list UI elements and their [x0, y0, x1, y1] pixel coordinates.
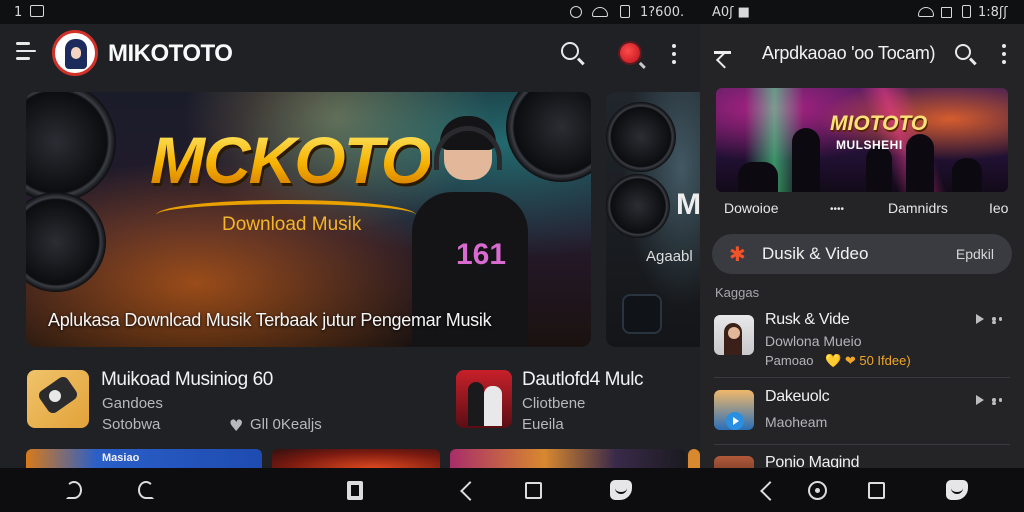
hero-banner[interactable]: MCKOTO Download Musik 161 Aplukasa Downl…: [26, 92, 591, 347]
content-tile[interactable]: [450, 449, 686, 468]
list-item[interactable]: Dakeuolc Maoheam: [714, 384, 1010, 444]
next-hero-text: Agaabl: [646, 248, 693, 265]
top-app-bar: MIKOTOTO: [0, 24, 700, 84]
assistant-icon[interactable]: [66, 481, 82, 499]
hero-title: MCKOTO: [150, 123, 432, 197]
navigation-bar: [0, 468, 1024, 512]
overview-icon[interactable]: [347, 481, 363, 500]
category-chip[interactable]: ✱ Dusik & Video Epdkil: [712, 234, 1012, 274]
list-item[interactable]: Rusk & Vide Dowlona Mueio Pamoao 💛 ❤ 50 …: [714, 309, 1010, 369]
status-time-right: 1:8ʃʃ: [978, 5, 1008, 20]
content-tile[interactable]: Masiao: [26, 449, 262, 468]
next-hero-banner[interactable]: M Agaabl: [606, 92, 700, 347]
home-icon[interactable]: [808, 481, 827, 500]
item-title: Dakeuolc: [765, 388, 830, 405]
item-thumbnail: [714, 315, 754, 355]
app-rating: Gll 0Kealjs: [250, 416, 322, 433]
shirt-text: 161: [456, 238, 507, 271]
tab-extra[interactable]: Ieo: [989, 200, 1008, 216]
next-hero-title: M: [676, 188, 700, 221]
app-developer: Cliotbene: [522, 395, 586, 412]
chip-action[interactable]: Epdkil: [956, 246, 994, 262]
item-subtitle: Dowlona Mueio: [765, 333, 862, 349]
search-icon[interactable]: [561, 42, 579, 60]
tab-downloads[interactable]: Damnidrs: [888, 200, 948, 216]
hero-caption: Aplukasa Downlcad Musik Terbaak jutur Pe…: [48, 310, 492, 330]
speaker-graphic: [606, 102, 676, 172]
page-title: Arpdkaoao 'oo Tocam): [762, 43, 936, 63]
list-item[interactable]: Ponio Magind: [714, 450, 1010, 468]
image-icon: [30, 5, 44, 17]
device-graphic: [622, 294, 662, 334]
content-tile[interactable]: [688, 449, 700, 468]
right-app-panel: Arpdkaoao 'oo Tocam) MIOTOTO MULSHEHI Do…: [700, 24, 1024, 468]
battery-icon: [620, 5, 630, 18]
app-category: Sotobwa: [102, 416, 161, 433]
play-icon[interactable]: [976, 395, 984, 405]
item-meta-accent: 💛 ❤ 50 Ifdee): [825, 353, 911, 368]
app-card[interactable]: Dautlofd4 Mulc Cliotbene Eueila: [440, 364, 700, 444]
app-logo: [52, 30, 98, 76]
wifi-icon-right: [918, 7, 934, 17]
play-icon[interactable]: [976, 314, 984, 324]
item-title: Rusk & Vide: [765, 311, 850, 328]
left-app-panel: MIKOTOTO MCKOTO Download Musik 161 Apluk…: [0, 24, 700, 468]
status-left-text: 1: [14, 5, 23, 20]
tab-more[interactable]: ••••: [830, 204, 844, 215]
wifi-icon: [592, 7, 608, 17]
alarm-icon: [570, 6, 582, 18]
back-arrow-icon[interactable]: [712, 42, 732, 62]
tile-label: Masiao: [102, 452, 140, 464]
status-right-left-text: A0ʃ ■: [712, 5, 750, 20]
app-thumbnail: [456, 370, 512, 428]
app-card[interactable]: Muikoad Musiniog 60 Gandoes Sotobwa Gll …: [0, 364, 440, 444]
status-time: 1?600.: [640, 5, 685, 20]
app-developer: Gandoes: [102, 395, 163, 412]
featured-banner[interactable]: MIOTOTO MULSHEHI: [716, 88, 1008, 192]
speaker-graphic: [26, 92, 116, 202]
heart-icon: [229, 416, 243, 435]
status-bar: 1 1?600. A0ʃ ■ 1:8ʃʃ: [0, 0, 1024, 24]
item-more-icon[interactable]: [992, 398, 1010, 405]
chat-icon[interactable]: [610, 480, 632, 500]
refresh-icon[interactable]: [138, 481, 154, 499]
menu-icon[interactable]: [16, 42, 38, 62]
more-options-icon[interactable]: [672, 44, 676, 64]
more-options-icon[interactable]: [1002, 44, 1006, 64]
speaker-graphic: [606, 174, 670, 238]
back-nav-icon-right[interactable]: [760, 481, 776, 499]
back-nav-icon[interactable]: [460, 481, 476, 499]
item-title: Ponio Magind: [765, 454, 860, 468]
item-thumbnail: [714, 456, 754, 468]
content-tile[interactable]: [272, 449, 440, 468]
recents-icon-right[interactable]: [868, 482, 885, 499]
banner-subtitle: MULSHEHI: [836, 138, 903, 152]
divider: [714, 444, 1010, 445]
tab-download[interactable]: Dowoioe: [724, 200, 778, 216]
chip-label: Dusik & Video: [762, 244, 869, 263]
record-search-icon[interactable]: [620, 43, 640, 63]
app-title: Muikoad Musiniog 60: [101, 369, 273, 390]
recents-icon[interactable]: [525, 482, 542, 499]
item-subtitle: Maoheam: [765, 414, 828, 430]
search-icon[interactable]: [955, 44, 971, 60]
speaker-graphic: [26, 192, 106, 292]
hero-subtitle: Download Musik: [222, 214, 362, 235]
divider: [714, 377, 1010, 378]
item-meta-left: Pamoao: [765, 353, 814, 368]
item-more-icon[interactable]: [992, 317, 1010, 324]
app-title: Dautlofd4 Mulc: [522, 369, 644, 390]
star-icon: ✱: [729, 242, 746, 266]
battery-icon-right: [962, 5, 971, 18]
item-thumbnail: [714, 390, 754, 430]
app-thumbnail: [27, 370, 89, 428]
brand-title: MIKOTOTO: [108, 40, 233, 67]
item-meta: Pamoao 💛 ❤ 50 Ifdee): [765, 353, 911, 369]
banner-title: MIOTOTO: [830, 112, 928, 135]
app-category: Eueila: [522, 416, 564, 433]
section-label: Kaggas: [715, 285, 760, 300]
chat-icon-right[interactable]: [946, 480, 968, 500]
signal-icon: [941, 7, 952, 18]
